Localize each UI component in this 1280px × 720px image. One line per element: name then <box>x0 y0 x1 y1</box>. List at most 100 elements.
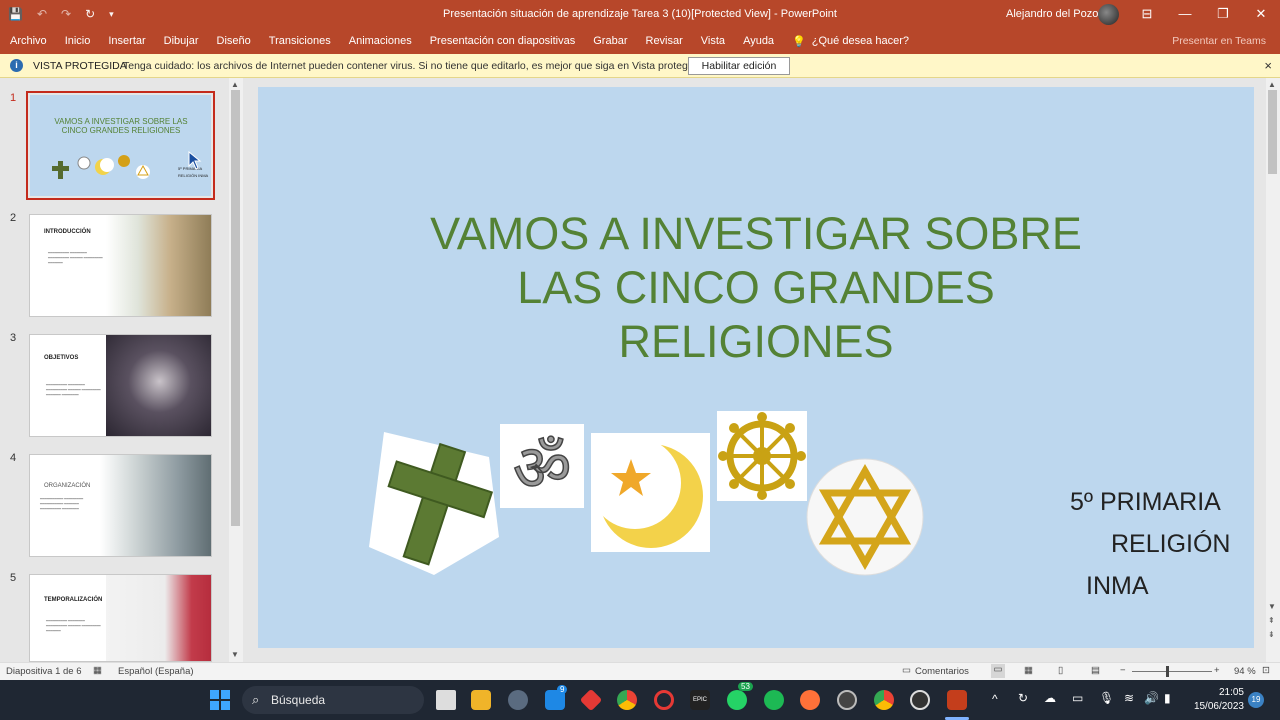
app-red-icon[interactable] <box>579 688 603 712</box>
clock-date: 15/06/2023 <box>1193 701 1244 712</box>
thumbnail-slide-2[interactable]: INTRODUCCIÓN ━━━━━━━━━━ ━━━━━━━━ ━━━━━━━… <box>29 214 212 317</box>
protected-view-label: VISTA PROTEGIDA <box>33 60 127 72</box>
zoom-slider-handle[interactable] <box>1166 666 1169 677</box>
thumb-number: 2 <box>10 212 17 224</box>
app-gray-icon[interactable] <box>837 690 857 710</box>
minimize-button[interactable]: — <box>1166 0 1204 30</box>
om-icon: ॐ <box>500 424 584 508</box>
task-view-icon[interactable] <box>436 690 456 710</box>
thumb-number: 3 <box>10 332 17 344</box>
scroll-up-icon[interactable]: ▲ <box>1268 80 1276 89</box>
close-button[interactable]: ✕ <box>1242 0 1280 30</box>
next-slide-icon[interactable]: ⇟ <box>1268 630 1275 639</box>
protected-view-bar: i VISTA PROTEGIDA Tenga cuidado: los arc… <box>0 54 1280 78</box>
tab-revisar[interactable]: Revisar <box>646 35 683 48</box>
zoom-out-icon[interactable]: − <box>1120 665 1126 676</box>
editor-scrollbar[interactable]: ▲ ▼ ⇞ ⇟ <box>1266 78 1280 662</box>
language-indicator[interactable]: Español (España) <box>118 666 194 677</box>
epic-games-icon[interactable]: EPIC <box>690 690 710 710</box>
tab-animaciones[interactable]: Animaciones <box>349 35 412 48</box>
sync-icon[interactable]: ↻ <box>1018 691 1028 705</box>
store-badge: 9 <box>557 685 568 694</box>
volume-icon[interactable]: 🔊 <box>1144 691 1159 705</box>
spotify-icon[interactable] <box>764 690 784 710</box>
enable-editing-button[interactable]: Habilitar edición <box>688 57 790 75</box>
file-explorer-icon[interactable] <box>471 690 491 710</box>
scroll-down-icon[interactable]: ▼ <box>1268 602 1276 611</box>
zoom-slider[interactable] <box>1132 671 1212 672</box>
reading-view-icon[interactable]: ▯ <box>1058 665 1063 676</box>
tab-presentacion[interactable]: Presentación con diapositivas <box>430 35 576 48</box>
thumbnail-slide-4[interactable]: ORGANIZACIÓN ━━━━━━━━━━━ ━━━━━━━━━ ━━━━━… <box>29 454 212 557</box>
scrollbar-thumb[interactable] <box>231 90 240 526</box>
scroll-up-icon[interactable]: ▲ <box>231 80 239 89</box>
search-placeholder: Búsqueda <box>271 693 326 707</box>
thumbnail-slide-3[interactable]: OBJETIVOS ━━━━━━━━━━ ━━━━━━━━ ━━━━━━━━━━… <box>29 334 212 437</box>
media-player-icon[interactable] <box>910 690 930 710</box>
tab-grabar[interactable]: Grabar <box>593 35 627 48</box>
thumbnail-slide-1[interactable]: VAMOS A INVESTIGAR SOBRE LAS CINCO GRAND… <box>26 91 215 200</box>
tab-diseno[interactable]: Diseño <box>217 35 251 48</box>
tab-insertar[interactable]: Insertar <box>108 35 145 48</box>
taskbar-search[interactable]: ⌕ Búsqueda <box>242 686 424 714</box>
user-name[interactable]: Alejandro del Pozo <box>1006 8 1098 20</box>
tab-dibujar[interactable]: Dibujar <box>164 35 199 48</box>
tab-archivo[interactable]: Archivo <box>10 35 47 48</box>
ribbon-display-options-button[interactable]: ⊟ <box>1128 0 1166 30</box>
restore-button[interactable]: ❐ <box>1204 0 1242 30</box>
fit-to-window-icon[interactable]: ⊡ <box>1262 665 1270 676</box>
battery-icon[interactable]: ▮ <box>1164 691 1171 705</box>
slide-canvas[interactable]: VAMOS A INVESTIGAR SOBRE LAS CINCO GRAND… <box>258 87 1254 648</box>
subtitle-line-1: 5º PRIMARIA <box>1070 488 1221 516</box>
wifi-icon[interactable]: ≋ <box>1124 691 1134 705</box>
scroll-down-icon[interactable]: ▼ <box>231 650 239 659</box>
comments-icon[interactable]: ▭ <box>902 665 911 676</box>
ribbon-tabs: Archivo Inicio Insertar Dibujar Diseño T… <box>10 35 927 48</box>
slide-thumbnail-panel: 1 VAMOS A INVESTIGAR SOBRE LAS CINCO GRA… <box>0 78 244 662</box>
calendar-image <box>106 575 211 661</box>
thumbnail-scrollbar[interactable]: ▲ ▼ <box>229 78 243 662</box>
tab-transiciones[interactable]: Transiciones <box>269 35 331 48</box>
scrollbar-thumb[interactable] <box>1268 90 1277 174</box>
thumb-title: TEMPORALIZACIÓN <box>44 597 103 603</box>
protected-view-message: Tenga cuidado: los archivos de Internet … <box>123 60 705 72</box>
thumb-text: ━━━━━━━━━━ ━━━━━━━━ ━━━━━━━━━━ ━━━━━━ ━━… <box>46 619 101 633</box>
windows-start-icon[interactable] <box>210 690 230 710</box>
powerpoint-icon[interactable] <box>947 690 967 710</box>
opera-icon[interactable] <box>654 690 674 710</box>
tablet-icon[interactable]: ▭ <box>1072 691 1083 705</box>
subtitle-line-3: INMA <box>1086 572 1149 600</box>
subtitle-line-2: RELIGIÓN <box>1111 530 1231 558</box>
thumbnail-slide-5[interactable]: TEMPORALIZACIÓN ━━━━━━━━━━ ━━━━━━━━ ━━━━… <box>29 574 212 662</box>
settings-icon[interactable] <box>508 690 528 710</box>
chrome-icon[interactable] <box>617 690 637 710</box>
whatsapp-icon[interactable] <box>727 690 747 710</box>
avatar[interactable] <box>1098 4 1119 25</box>
cloud-icon[interactable]: ☁ <box>1044 691 1056 705</box>
present-in-teams-button[interactable]: Presentar en Teams <box>1172 35 1266 47</box>
previous-slide-icon[interactable]: ⇞ <box>1268 616 1275 625</box>
notification-badge[interactable]: 19 <box>1248 692 1264 708</box>
chrome-profile-icon[interactable] <box>874 690 894 710</box>
app-orange-icon[interactable] <box>800 690 820 710</box>
microphone-icon[interactable]: 🎙 <box>1099 691 1114 705</box>
normal-view-icon[interactable]: ▭ <box>991 664 1005 678</box>
star-of-david-icon <box>806 458 924 576</box>
tab-vista[interactable]: Vista <box>701 35 725 48</box>
info-icon: i <box>10 59 23 72</box>
chevron-up-icon[interactable]: ^ <box>992 692 998 706</box>
tell-me-search[interactable]: ¿Qué desea hacer? <box>812 35 909 48</box>
tab-ayuda[interactable]: Ayuda <box>743 35 774 48</box>
comments-button[interactable]: Comentarios <box>915 666 969 677</box>
zoom-level[interactable]: 94 % <box>1234 666 1256 677</box>
slideshow-icon[interactable]: ▤ <box>1091 665 1100 676</box>
tab-inicio[interactable]: Inicio <box>65 35 91 48</box>
zoom-in-icon[interactable]: + <box>1214 665 1220 676</box>
close-icon[interactable]: × <box>1264 58 1272 73</box>
system-clock[interactable]: 21:05 15/06/2023 <box>1194 686 1244 714</box>
slide-sorter-icon[interactable]: ▦ <box>1024 665 1033 676</box>
spellcheck-icon[interactable]: ▦ <box>93 665 102 676</box>
buddha-statue-image <box>100 455 211 556</box>
slide-title[interactable]: VAMOS A INVESTIGAR SOBRE LAS CINCO GRAND… <box>318 207 1194 369</box>
status-bar: Diapositiva 1 de 6 ▦ Español (España) ▭ … <box>0 662 1280 680</box>
